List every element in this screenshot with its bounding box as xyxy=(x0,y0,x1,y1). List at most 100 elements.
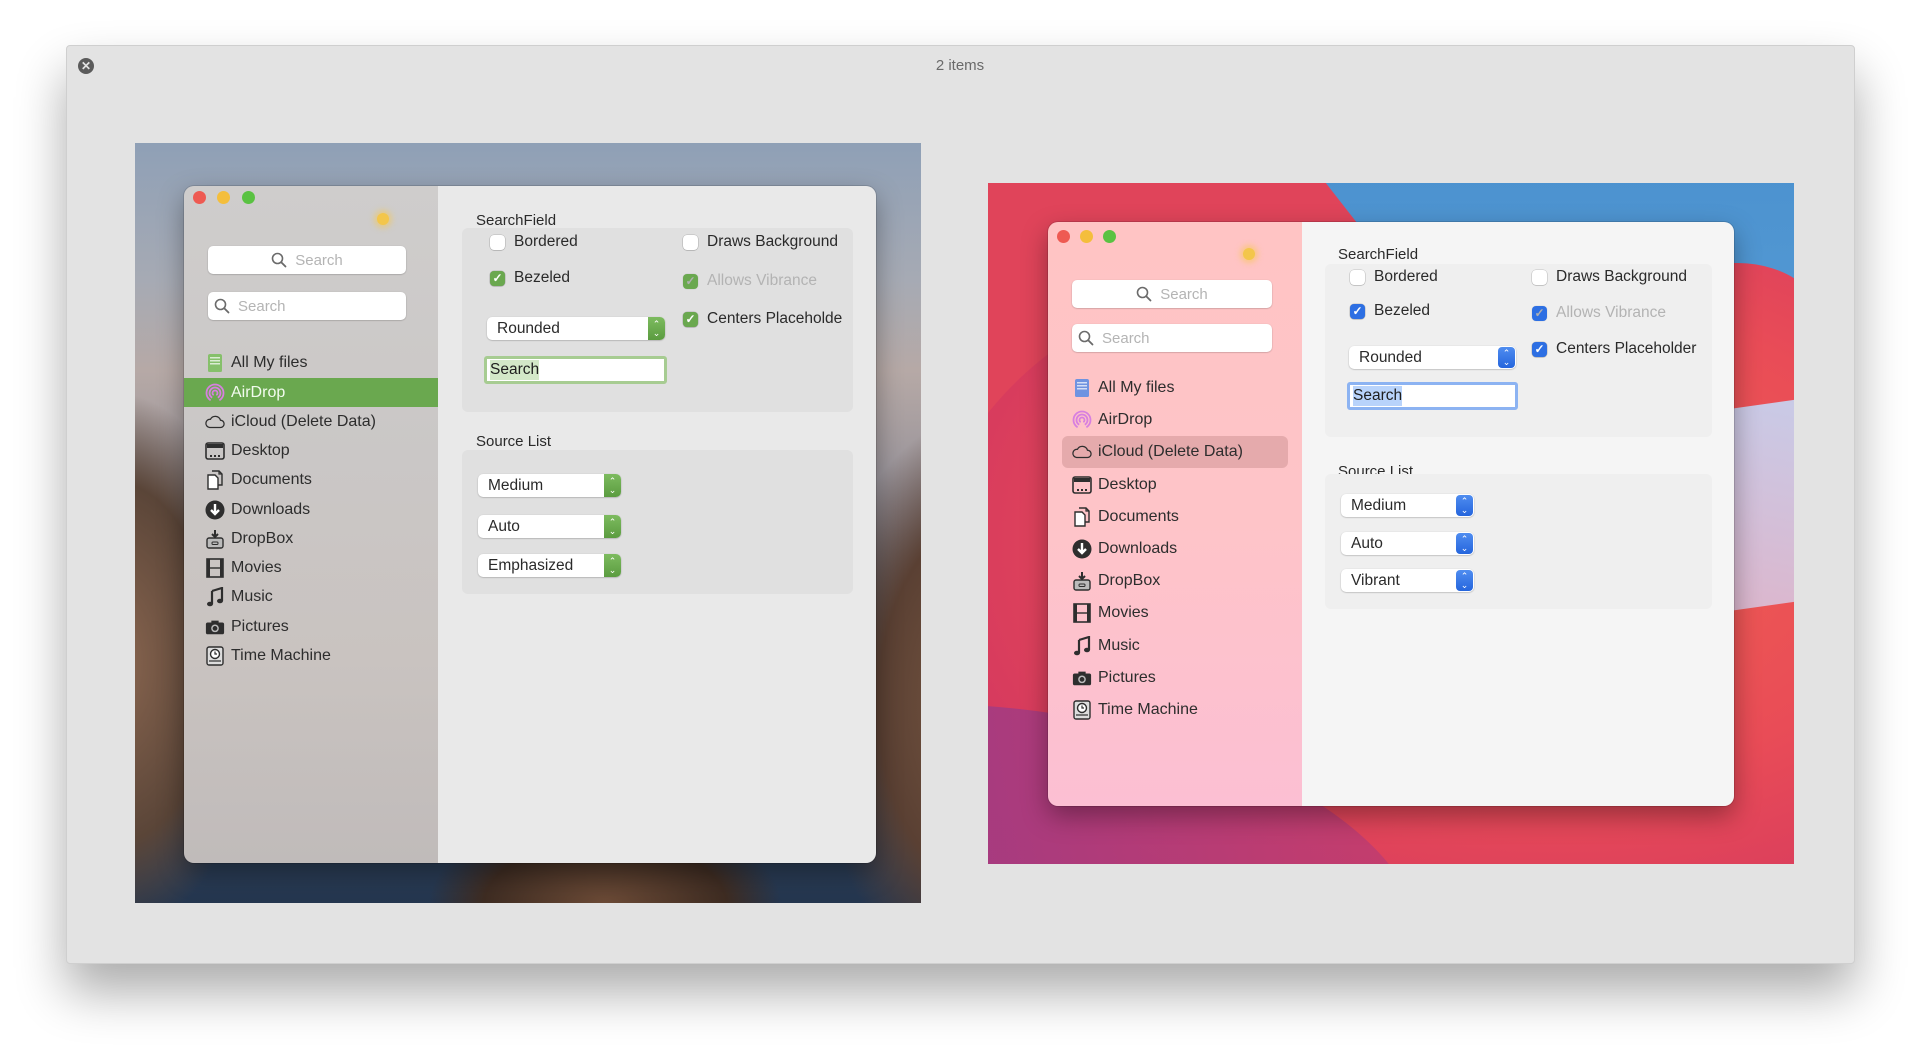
sidebar-item-music[interactable]: Music xyxy=(184,583,438,611)
popup-value: Vibrant xyxy=(1351,571,1400,589)
music-icon xyxy=(1072,636,1092,656)
search-icon xyxy=(1078,330,1094,346)
sidebar-item-label: DropBox xyxy=(1098,572,1161,589)
popup-value: Medium xyxy=(488,476,544,494)
appearance-popup[interactable]: Auto ⌃ ⌄ xyxy=(1341,532,1474,555)
sidebar-item-label: Documents xyxy=(1098,508,1179,525)
centers-placeholder-checkbox[interactable]: ✓ Centers Placeholder xyxy=(1532,340,1696,358)
sidebar-item-label: All My files xyxy=(1098,379,1175,396)
sidebar-item-all-my-files[interactable]: All My files xyxy=(184,349,438,377)
checkbox[interactable]: ✓ xyxy=(490,270,505,286)
sidebar-item-label: Desktop xyxy=(231,442,290,459)
search-text-field[interactable]: Search xyxy=(1347,382,1518,410)
desktop-icon xyxy=(205,441,225,461)
search-field-left[interactable]: Search xyxy=(208,292,406,320)
checkbox[interactable]: ✓ xyxy=(1532,341,1547,357)
sidebar-item-movies[interactable]: Movies xyxy=(184,554,438,582)
sidebar-item-movies[interactable]: Movies xyxy=(1048,599,1302,627)
section-title-source-list: Source List xyxy=(476,433,552,450)
checkbox-label: Bordered xyxy=(514,233,578,250)
checkbox-label: Bezeled xyxy=(514,269,571,286)
chevron-up-down-icon: ⌃ ⌄ xyxy=(604,554,621,577)
sidebar-item-dropbox[interactable]: DropBox xyxy=(184,525,438,553)
popup-value: Auto xyxy=(1351,534,1383,552)
material-popup[interactable]: Emphasized ⌃ ⌄ xyxy=(478,554,621,577)
checkbox[interactable] xyxy=(683,234,698,250)
sidebar-item-label: Downloads xyxy=(1098,540,1178,557)
sidebar-item-label: Music xyxy=(231,588,273,605)
sun-icon[interactable] xyxy=(377,213,389,225)
search-placeholder: Search xyxy=(1102,329,1150,347)
checkbox[interactable]: ✓ xyxy=(1350,303,1365,319)
row-size-popup[interactable]: Medium ⌃ ⌄ xyxy=(478,474,621,497)
sidebar-item-label: Movies xyxy=(1098,604,1149,621)
checkbox[interactable] xyxy=(490,234,505,250)
sidebar-item-music[interactable]: Music xyxy=(1048,632,1302,660)
sidebar-item-pictures[interactable]: Pictures xyxy=(184,613,438,641)
bezel-style-popup[interactable]: Rounded ⌃ ⌄ xyxy=(487,317,665,340)
sidebar-item-documents[interactable]: Documents xyxy=(184,466,438,494)
sidebar-item-desktop[interactable]: Desktop xyxy=(1048,471,1302,499)
checkbox: ✓ xyxy=(1532,305,1547,321)
documents-icon xyxy=(205,470,225,490)
time-machine-icon xyxy=(1072,700,1092,720)
checkbox[interactable] xyxy=(1350,269,1365,285)
sidebar-item-time-machine[interactable]: Time Machine xyxy=(1048,696,1302,724)
sidebar-item-dropbox[interactable]: DropBox xyxy=(1048,567,1302,595)
cloud-icon xyxy=(205,412,225,432)
sidebar-item-downloads[interactable]: Downloads xyxy=(1048,535,1302,563)
checkbox: ✓ xyxy=(683,273,698,289)
appearance-popup[interactable]: Auto ⌃ ⌄ xyxy=(478,515,621,538)
desktop-icon xyxy=(1072,475,1092,495)
close-button[interactable] xyxy=(1057,230,1070,243)
zoom-button[interactable] xyxy=(1103,230,1116,243)
checkbox[interactable]: ✓ xyxy=(683,311,698,327)
sun-icon[interactable] xyxy=(1243,248,1255,260)
bordered-checkbox[interactable]: Bordered xyxy=(490,233,578,251)
sidebar-item-desktop[interactable]: Desktop xyxy=(184,437,438,465)
checkbox-label: Bordered xyxy=(1374,268,1438,285)
sidebar-item-airdrop[interactable]: AirDrop xyxy=(184,378,438,407)
popup-value: Rounded xyxy=(497,319,560,337)
sidebar-item-icloud-delete-data[interactable]: iCloud (Delete Data) xyxy=(1062,436,1288,468)
sidebar-item-airdrop[interactable]: AirDrop xyxy=(1048,406,1302,434)
search-field-centered[interactable]: Search xyxy=(208,246,406,274)
checkbox-label: Bezeled xyxy=(1374,302,1431,319)
close-button[interactable] xyxy=(193,191,206,204)
material-popup[interactable]: Vibrant ⌃ ⌄ xyxy=(1341,569,1474,592)
search-field-centered[interactable]: Search xyxy=(1072,280,1272,308)
sidebar-item-icloud-delete-data[interactable]: iCloud (Delete Data) xyxy=(184,408,438,436)
minimize-button[interactable] xyxy=(1080,230,1093,243)
dropbox-icon xyxy=(205,529,225,549)
sidebar-item-all-my-files[interactable]: All My files xyxy=(1048,374,1302,402)
sidebar-item-label: AirDrop xyxy=(231,383,286,401)
bordered-checkbox[interactable]: Bordered xyxy=(1350,268,1438,286)
popup-value: Emphasized xyxy=(488,556,574,574)
checkbox[interactable] xyxy=(1532,269,1547,285)
sidebar-item-pictures[interactable]: Pictures xyxy=(1048,664,1302,692)
airdrop-icon xyxy=(205,383,225,403)
sidebar-item-label: iCloud (Delete Data) xyxy=(1098,443,1243,460)
downloads-icon xyxy=(205,500,225,520)
checkbox-label: Allows Vibrance xyxy=(707,272,817,289)
sidebar-item-downloads[interactable]: Downloads xyxy=(184,496,438,524)
search-icon xyxy=(271,252,287,268)
sidebar-item-documents[interactable]: Documents xyxy=(1048,503,1302,531)
row-size-popup[interactable]: Medium ⌃ ⌄ xyxy=(1341,494,1474,517)
draws-background-checkbox[interactable]: Draws Background xyxy=(683,233,838,251)
minimize-button[interactable] xyxy=(217,191,230,204)
search-field-left[interactable]: Search xyxy=(1072,324,1272,352)
sidebar-item-label: Music xyxy=(1098,637,1140,654)
checkbox-label: Centers Placeholder xyxy=(1556,340,1697,357)
close-circle-icon[interactable]: ✕ xyxy=(78,58,94,74)
zoom-button[interactable] xyxy=(242,191,255,204)
bezeled-checkbox[interactable]: ✓ Bezeled xyxy=(1350,302,1430,320)
draws-background-checkbox[interactable]: Draws Background xyxy=(1532,268,1687,286)
search-text-field[interactable]: Search xyxy=(484,356,667,384)
sidebar-item-label: Movies xyxy=(231,559,282,576)
airdrop-icon xyxy=(1072,410,1092,430)
bezel-style-popup[interactable]: Rounded ⌃ ⌄ xyxy=(1349,346,1516,369)
sidebar-item-time-machine[interactable]: Time Machine xyxy=(184,642,438,670)
bezeled-checkbox[interactable]: ✓ Bezeled xyxy=(490,269,570,287)
centers-placeholder-checkbox[interactable]: ✓ Centers Placeholde xyxy=(683,310,842,328)
